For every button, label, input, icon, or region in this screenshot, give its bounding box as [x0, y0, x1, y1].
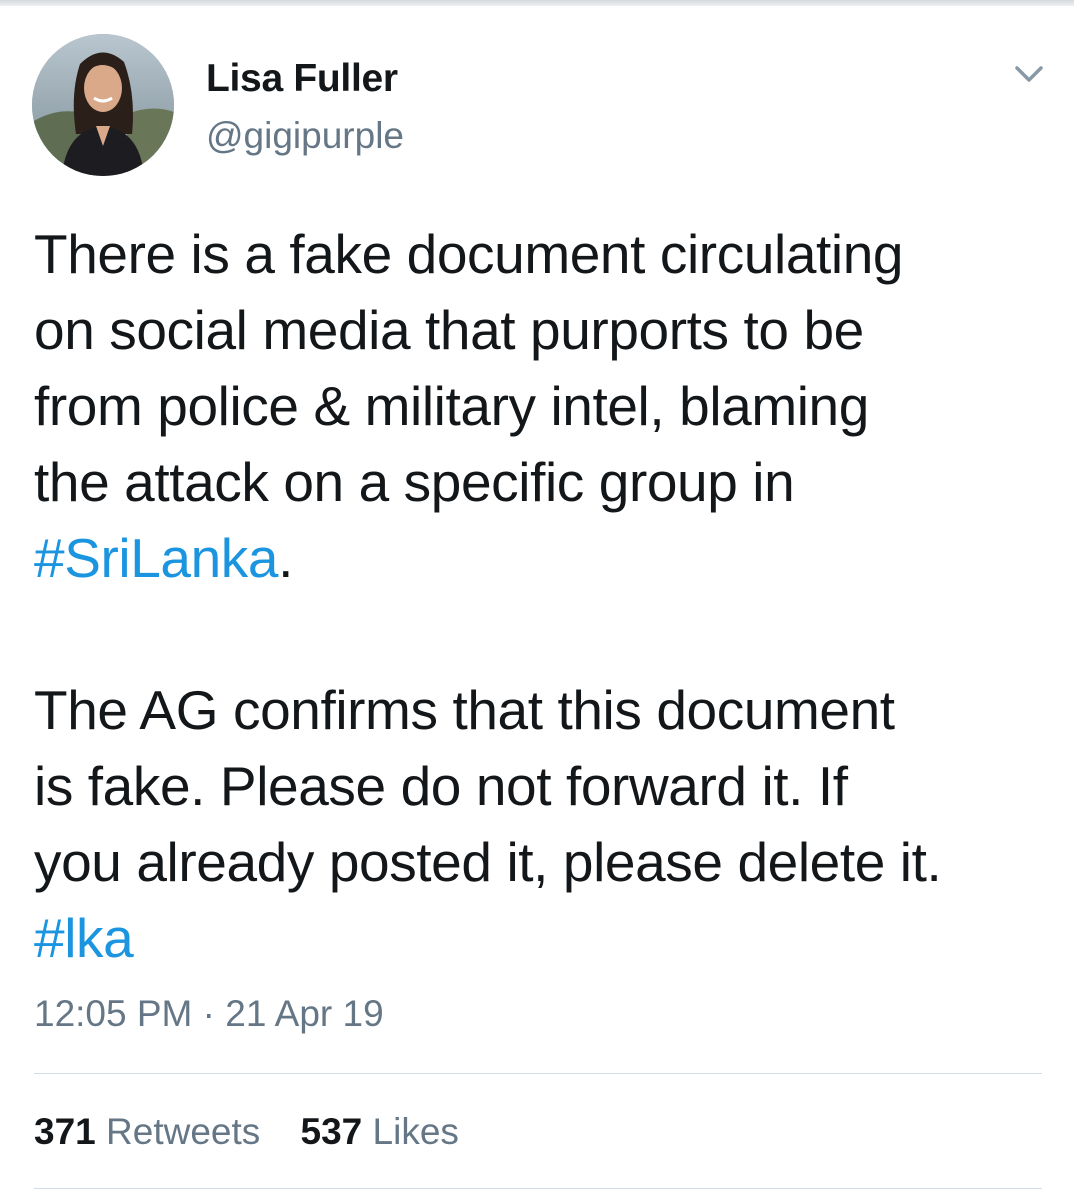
retweets-stat[interactable]: 371 Retweets — [34, 1108, 260, 1156]
tweet-line: on social media that purports to be — [34, 299, 864, 361]
tweet-line: the attack on a specific group in — [34, 451, 795, 513]
display-name[interactable]: Lisa Fuller — [206, 56, 398, 102]
tweet-line: is fake. Please do not forward it. If — [34, 755, 848, 817]
tweet-line: #SriLanka. — [34, 520, 1054, 596]
tweet-line: The AG confirms that this document — [34, 679, 895, 741]
hashtag-lka[interactable]: #lka — [34, 907, 134, 969]
user-handle[interactable]: @gigipurple — [206, 114, 404, 158]
top-border — [0, 0, 1074, 6]
divider — [34, 1188, 1042, 1189]
tweet-text: There is a fake document circulating on … — [34, 216, 1054, 976]
engagement-stats: 371 Retweets 537 Likes — [34, 1108, 489, 1156]
tweet-punctuation: . — [278, 527, 293, 589]
likes-label: Likes — [372, 1111, 459, 1152]
divider — [34, 1073, 1042, 1074]
tweet-time: 12:05 PM — [34, 993, 193, 1034]
timestamp-separator: · — [202, 993, 215, 1034]
profile-photo-icon — [32, 34, 174, 176]
chevron-down-icon[interactable] — [1008, 58, 1050, 90]
tweet-timestamp[interactable]: 12:05 PM · 21 Apr 19 — [34, 990, 384, 1038]
retweets-label: Retweets — [106, 1111, 261, 1152]
likes-stat[interactable]: 537 Likes — [301, 1108, 459, 1156]
retweets-count: 371 — [34, 1111, 96, 1152]
tweet-line: you already posted it, please delete it. — [34, 831, 942, 893]
tweet-line: from police & military intel, blaming — [34, 375, 869, 437]
avatar[interactable] — [32, 34, 174, 176]
hashtag-srilanka[interactable]: #SriLanka — [34, 527, 278, 589]
likes-count: 537 — [300, 1111, 363, 1152]
tweet-line: #lka — [34, 900, 1054, 976]
tweet-line: There is a fake document circulating — [34, 223, 904, 285]
tweet-date: 21 Apr 19 — [225, 993, 384, 1034]
